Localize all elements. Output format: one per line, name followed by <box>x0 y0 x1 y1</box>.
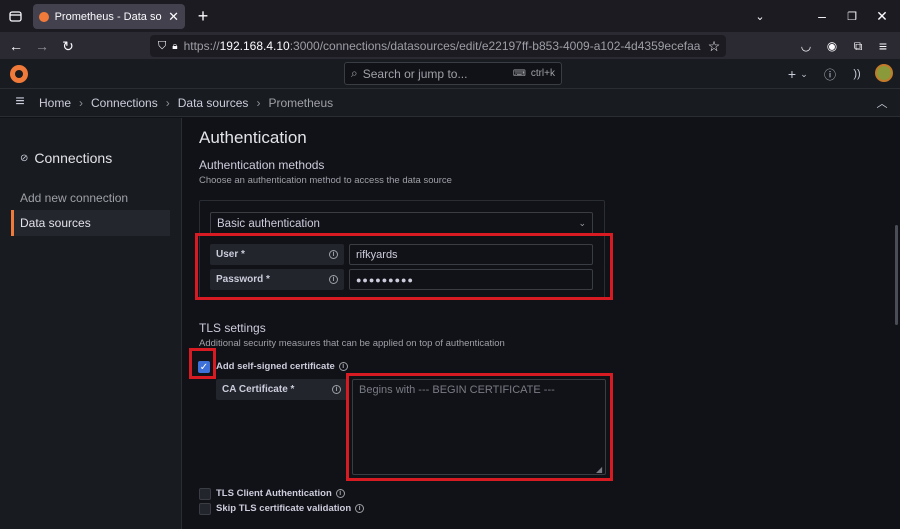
extensions-icon[interactable]: ⧉ <box>848 36 868 56</box>
breadcrumb: Home › Connections › Data sources › Prom… <box>39 96 333 110</box>
tls-client-auth-label: TLS Client Authentication i <box>216 488 345 499</box>
breadcrumb-connections[interactable]: Connections <box>91 96 158 110</box>
ca-certificate-label: CA Certificate * i <box>216 379 347 400</box>
restore-icon[interactable]: ❐ <box>842 6 862 26</box>
sidebar-header: ⊘ Connections <box>20 150 112 166</box>
auth-methods-subtitle: Choose an authentication method to acces… <box>199 175 452 186</box>
info-icon[interactable]: i <box>338 362 348 371</box>
search-icon: ⌕ <box>351 66 358 80</box>
auth-methods-title: Authentication methods <box>199 158 325 172</box>
tab-close-icon[interactable]: ✕ <box>168 9 179 25</box>
bookmark-star-icon[interactable]: ☆ <box>704 36 724 56</box>
chevron-right-icon: › <box>79 96 84 110</box>
breadcrumb-data-sources[interactable]: Data sources <box>178 96 249 110</box>
info-icon[interactable]: i <box>335 489 345 498</box>
self-signed-label-text: Add self-signed certificate <box>216 361 335 372</box>
connections-icon: ⊘ <box>20 152 29 164</box>
info-icon[interactable]: i <box>332 385 341 394</box>
info-icon[interactable]: i <box>355 504 365 513</box>
back-icon[interactable]: ← <box>6 36 26 56</box>
ca-certificate-label-text: CA Certificate * <box>222 384 295 395</box>
breadcrumb-prometheus: Prometheus <box>268 96 334 110</box>
sidebar <box>0 118 182 529</box>
sidebar-item-add-new-connection[interactable]: Add new connection <box>20 191 128 205</box>
tls-client-auth-label-text: TLS Client Authentication <box>216 488 332 499</box>
minimize-icon[interactable]: – <box>812 6 832 26</box>
search-bar[interactable]: ⌕ Search or jump to... ⌨ ctrl+k <box>344 62 562 85</box>
lock-icon[interactable]: 🔒︎ <box>172 41 177 52</box>
help-icon[interactable]: ⓘ <box>820 64 840 84</box>
tls-client-auth-checkbox[interactable] <box>199 488 211 500</box>
highlight-ca-certificate <box>346 373 613 481</box>
close-window-icon[interactable]: ✕ <box>872 6 892 26</box>
highlight-checkbox <box>189 348 216 379</box>
avatar[interactable] <box>875 64 893 82</box>
highlight-credentials <box>195 233 613 300</box>
skip-tls-verify-label: Skip TLS certificate validation i <box>216 503 365 514</box>
breadcrumb-home[interactable]: Home <box>39 96 71 110</box>
search-placeholder: Search or jump to... <box>362 66 468 81</box>
hamburger-menu-icon[interactable]: ≡ <box>10 92 30 112</box>
keyboard-icon: ⌨ <box>512 68 526 78</box>
chevron-down-icon: ⌄ <box>578 218 586 228</box>
news-feed-icon[interactable]: )) <box>847 64 867 84</box>
shield-icon[interactable]: ⛉ <box>158 40 166 53</box>
tls-settings-title: TLS settings <box>199 321 266 335</box>
new-tab-icon[interactable]: + <box>193 6 213 26</box>
tls-settings-subtitle: Additional security measures that can be… <box>199 338 505 349</box>
page-section-title: Authentication <box>199 128 307 147</box>
scrollbar[interactable] <box>895 225 898 325</box>
url-bar[interactable]: ⛉ 🔒︎ https://192.168.4.10:3000/connectio… <box>150 35 726 57</box>
chevron-right-icon: › <box>165 96 170 110</box>
url-text: https://192.168.4.10:3000/connections/da… <box>183 39 701 53</box>
self-signed-label: Add self-signed certificate i <box>216 361 348 372</box>
browser-tab-active[interactable]: Prometheus - Data sources - Co ✕ <box>33 4 185 29</box>
account-icon[interactable]: ◉ <box>822 36 842 56</box>
menu-icon[interactable]: ≡ <box>873 36 893 56</box>
sidebar-title: Connections <box>34 150 113 166</box>
tab-overview-icon[interactable] <box>5 6 25 26</box>
pocket-icon[interactable]: ◡ <box>796 36 816 56</box>
reload-icon[interactable]: ↻ <box>58 36 78 56</box>
skip-tls-verify-checkbox[interactable] <box>199 503 211 515</box>
tab-list-chevron-icon[interactable]: ⌄ <box>750 6 770 26</box>
collapse-chevron-up-icon[interactable]: ︿ <box>872 93 892 113</box>
forward-icon[interactable]: → <box>32 36 52 56</box>
grafana-logo-icon[interactable] <box>10 65 28 83</box>
grafana-favicon-icon <box>39 11 49 22</box>
sidebar-item-data-sources[interactable]: Data sources <box>11 210 170 236</box>
skip-tls-verify-label-text: Skip TLS certificate validation <box>216 503 352 514</box>
tab-title: Prometheus - Data sources - Co <box>54 10 163 23</box>
search-shortcut: ctrl+k <box>530 68 555 79</box>
chevron-right-icon: › <box>256 96 261 110</box>
auth-method-select[interactable]: Basic authentication ⌄ <box>210 212 593 235</box>
auth-method-value: Basic authentication <box>217 217 320 230</box>
add-chevron-icon[interactable]: ⌄ <box>794 64 814 84</box>
